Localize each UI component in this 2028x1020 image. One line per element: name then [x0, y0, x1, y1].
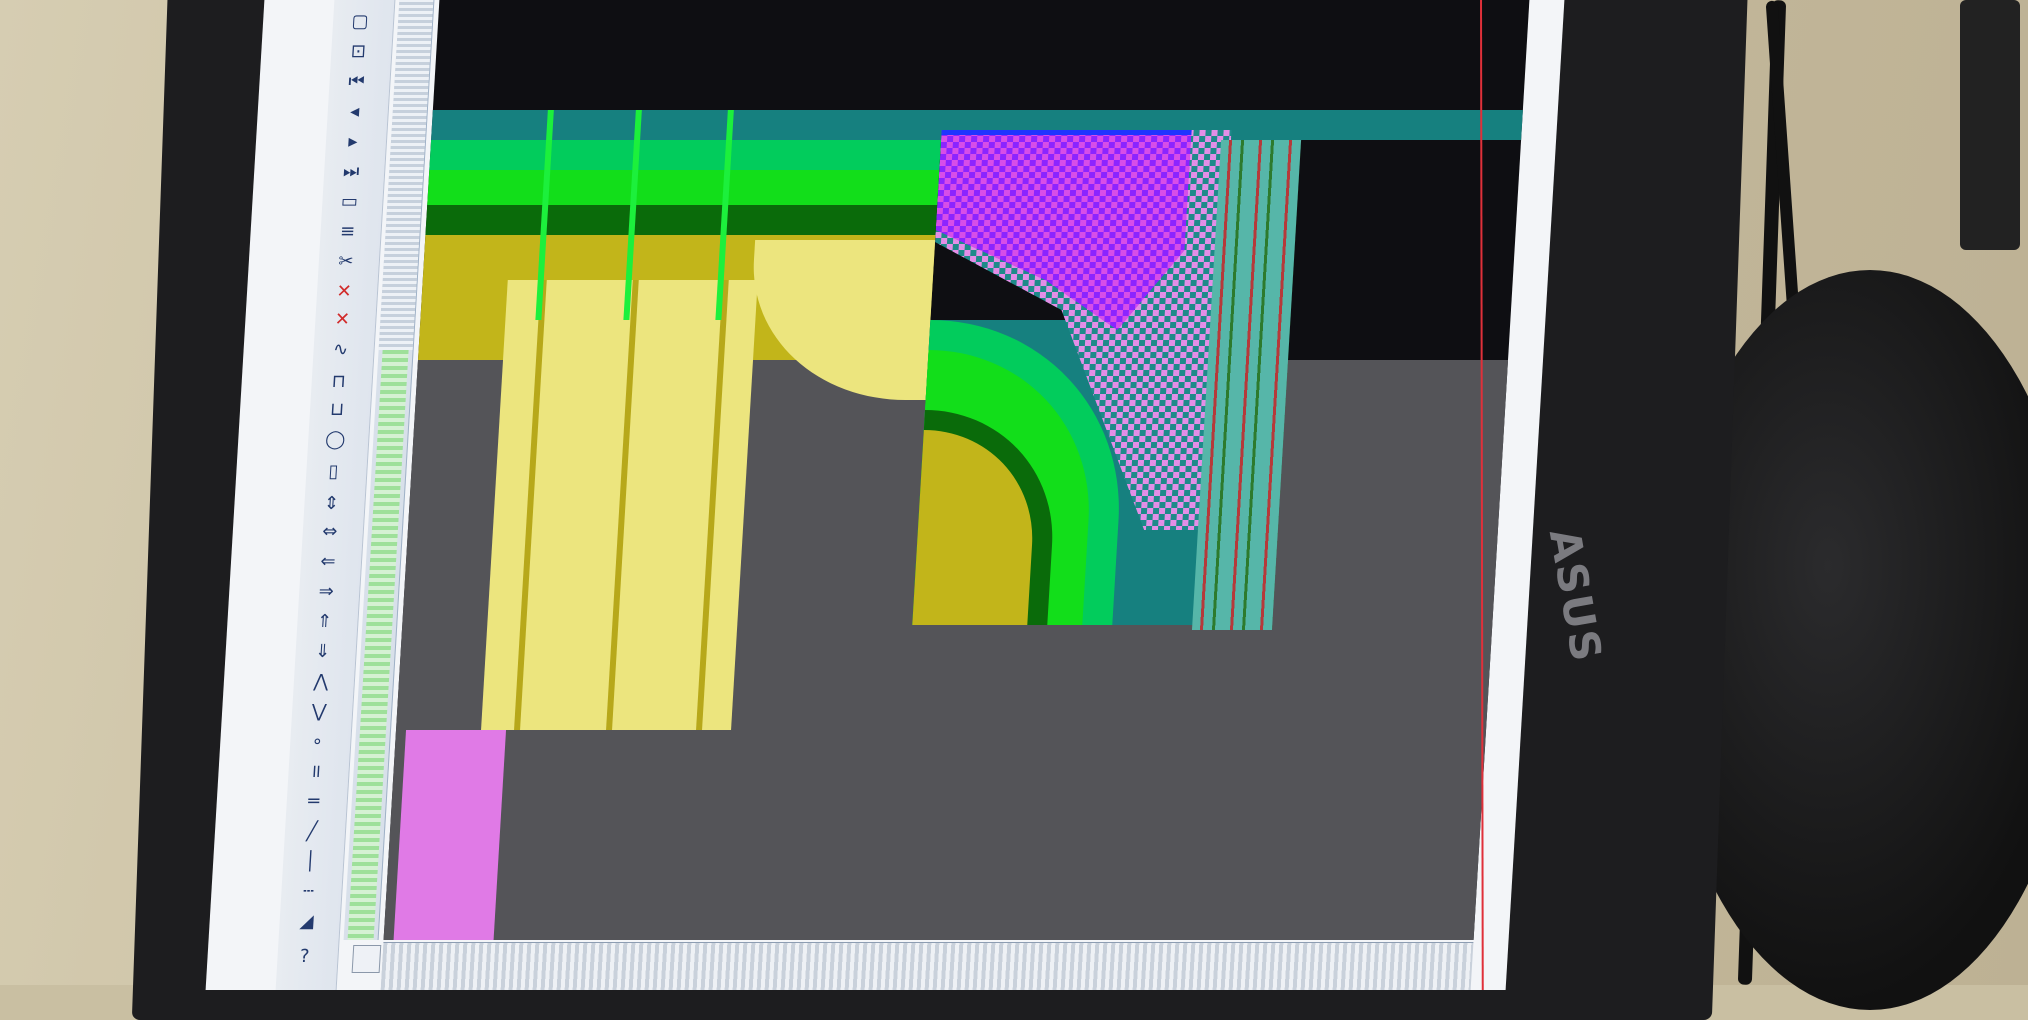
magenta-block — [393, 730, 507, 940]
cross-icon[interactable]: ✕ — [329, 308, 356, 332]
help-icon[interactable]: ? — [291, 945, 318, 969]
cable — [1960, 0, 2020, 250]
scroll-left-button[interactable] — [351, 945, 382, 973]
photo-scene: ASUS ▢ ⊡ ⏮ ◂ ▸ ⏭ ▭ ≡ ✂ ✕ ✕ ∿ ⊓ ⊔ ◯ ▯ ⇕ ⇔… — [0, 0, 2028, 1020]
next-icon[interactable]: ▸ — [339, 130, 366, 154]
dark-green-stripe — [425, 205, 938, 235]
select-icon[interactable]: ▢ — [346, 10, 373, 34]
align-icon[interactable]: ≡ — [334, 220, 361, 244]
prev-icon[interactable]: ◂ — [341, 100, 368, 124]
green-stripe — [429, 140, 942, 170]
monitor-screen: ▢ ⊡ ⏮ ◂ ▸ ⏭ ▭ ≡ ✂ ✕ ✕ ∿ ⊓ ⊔ ◯ ▯ ⇕ ⇔ ⇐ ⇒ … — [205, 0, 1565, 990]
blue-edge — [941, 130, 1192, 135]
lime-stripe — [427, 170, 940, 205]
box-icon[interactable]: ▯ — [320, 460, 347, 484]
bar-icon[interactable]: ═ — [300, 790, 327, 814]
down-icon[interactable]: ⇓ — [309, 640, 336, 664]
first-icon[interactable]: ⏮ — [343, 70, 370, 94]
rect-icon[interactable]: ⊓ — [325, 370, 352, 394]
circle-icon[interactable]: ◯ — [322, 428, 349, 452]
zoom-icon[interactable]: ⊡ — [345, 40, 372, 64]
cross-icon[interactable]: ✕ — [330, 280, 357, 304]
bottom-scrollbar[interactable] — [380, 942, 1474, 990]
rect-icon[interactable]: ⊔ — [323, 398, 350, 422]
window-icon[interactable]: ▭ — [336, 190, 363, 214]
resize-icon[interactable]: ⇔ — [316, 520, 343, 544]
line-icon[interactable]: ╱ — [298, 820, 325, 844]
dash-icon[interactable]: ┄ — [295, 880, 322, 904]
resize-icon[interactable]: ⇕ — [318, 492, 345, 516]
cut-icon[interactable]: ✂ — [332, 250, 359, 274]
dot-icon[interactable]: ∘ — [304, 730, 331, 754]
last-icon[interactable]: ⏭ — [337, 160, 364, 184]
left-icon[interactable]: ⇐ — [314, 550, 341, 574]
up-icon[interactable]: ⇑ — [311, 610, 338, 634]
layout-canvas[interactable] — [383, 0, 1531, 940]
double-down-icon[interactable]: ⋁ — [305, 700, 332, 724]
pause-icon[interactable]: ॥ — [302, 760, 329, 784]
right-icon[interactable]: ⇒ — [313, 580, 340, 604]
wave-icon[interactable]: ∿ — [327, 338, 354, 362]
line-icon[interactable]: │ — [296, 850, 323, 874]
triangle-icon[interactable]: ◢ — [293, 910, 320, 934]
double-up-icon[interactable]: ⋀ — [307, 670, 334, 694]
